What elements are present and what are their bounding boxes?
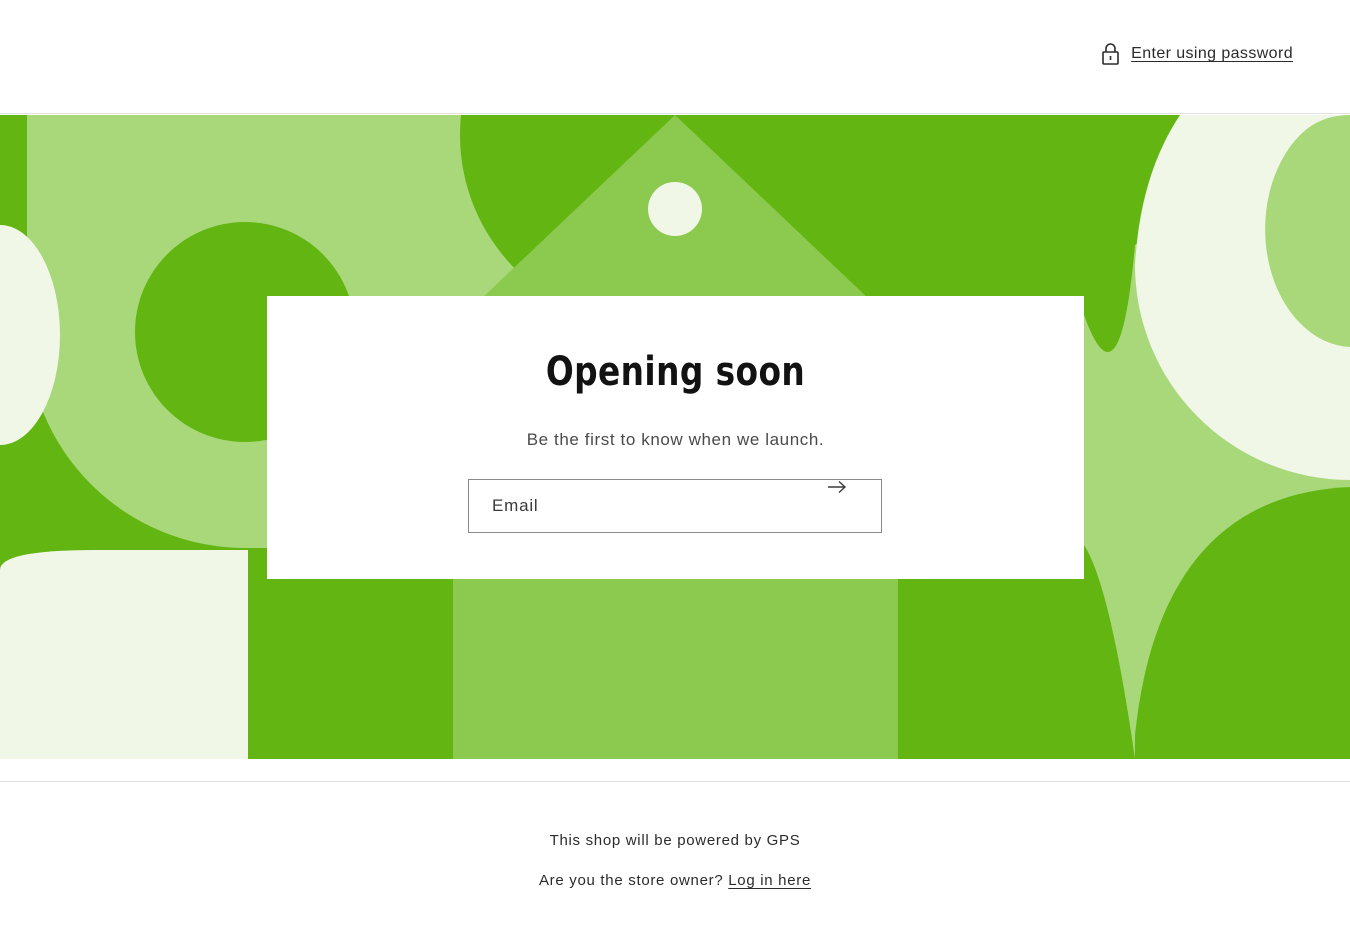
email-input[interactable] — [469, 480, 829, 532]
powered-by-text: This shop will be powered by GPS — [549, 832, 801, 849]
enter-password-link[interactable]: Enter using password — [1101, 42, 1293, 66]
login-link[interactable]: Log in here — [728, 872, 811, 889]
signup-card: Opening soon Be the first to know when w… — [267, 296, 1084, 579]
store-owner-line: Are you the store owner? Log in here — [0, 871, 1350, 891]
header: Enter using password — [0, 0, 1350, 114]
enter-password-label: Enter using password — [1131, 45, 1293, 62]
submit-button[interactable] — [827, 480, 881, 532]
footer: This shop will be powered by GPS Are you… — [0, 781, 1350, 940]
email-field-wrapper — [468, 479, 882, 533]
store-owner-prompt: Are you the store owner? — [538, 872, 724, 889]
page-subtitle: Be the first to know when we launch. — [526, 430, 825, 449]
lock-icon — [1101, 42, 1120, 66]
hero-banner: Opening soon Be the first to know when w… — [0, 115, 1350, 759]
page-title: Opening soon — [545, 349, 806, 395]
